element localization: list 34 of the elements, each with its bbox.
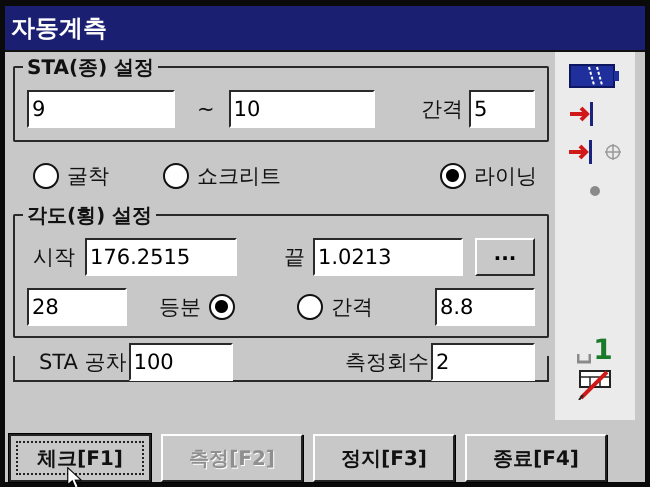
input-field[interactable]: 5 [469, 90, 535, 128]
crosshair-icon [604, 143, 622, 161]
input-field[interactable]: 8.8 [435, 288, 535, 326]
radio-label: 간격 [331, 294, 373, 321]
input-field[interactable]: 100 [128, 343, 233, 381]
input-field[interactable]: 176.2515 [85, 238, 237, 276]
function-button[interactable]: 정지[F3] [313, 434, 455, 482]
radio-button[interactable] [209, 294, 235, 320]
radio-button[interactable] [297, 294, 323, 320]
input-field[interactable]: 1.0213 [313, 238, 463, 276]
radio-label: 등분 [159, 294, 201, 321]
range-separator: ~ [197, 97, 215, 121]
function-button[interactable]: 체크[F1] [9, 434, 151, 482]
function-button[interactable]: 종료[F4] [465, 434, 607, 482]
dot-icon [590, 186, 600, 196]
keyboard-pen-icon [577, 368, 613, 400]
input-mode-indicator: 1 [593, 336, 613, 364]
radio-button[interactable] [440, 163, 466, 189]
radio-label: 라이닝 [474, 163, 537, 190]
input-field[interactable]: 28 [27, 288, 127, 326]
radio-button[interactable] [163, 163, 189, 189]
window-title: 자동계측 [5, 6, 645, 52]
browse-button[interactable]: ... [475, 238, 535, 276]
field-label: 끝 [284, 244, 305, 271]
input-field[interactable]: 10 [228, 90, 375, 128]
space-icon [577, 354, 592, 364]
input-field[interactable]: 9 [27, 90, 175, 128]
radio-label: 쇼크리트 [197, 163, 281, 190]
input-field[interactable]: 2 [431, 343, 535, 381]
field-label: 간격 [421, 96, 463, 123]
battery-icon [569, 64, 621, 88]
radio-button[interactable] [33, 163, 59, 189]
radio-label: 굴착 [67, 163, 109, 190]
field-label: 시작 [33, 244, 75, 271]
